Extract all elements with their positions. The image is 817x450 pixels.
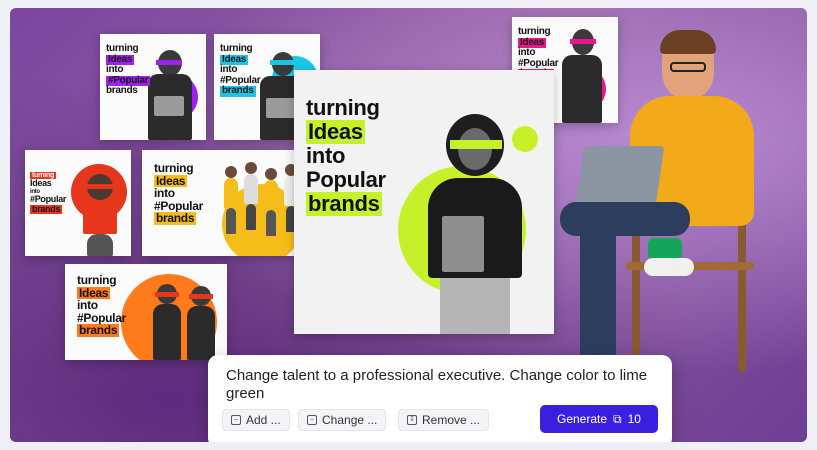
card-line: Ideas	[30, 178, 52, 189]
person-figure	[185, 286, 217, 360]
prompt-panel: Change talent to a professional executiv…	[208, 355, 672, 442]
copy-stack-icon: ⧉	[613, 411, 622, 426]
card-line: into	[106, 64, 124, 75]
card-line: Popular	[306, 167, 386, 192]
generate-button[interactable]: Generate ⧉ 10	[540, 405, 658, 433]
design-card-orange: turning Ideas into #Popular brands	[65, 264, 227, 360]
change-chip-button[interactable]: – Change ...	[298, 409, 387, 431]
card-line: brands	[154, 211, 197, 226]
minus-box-icon: –	[231, 415, 241, 425]
card-line: brands	[77, 323, 120, 338]
jeans	[560, 202, 690, 236]
chair	[738, 222, 746, 372]
card-line: brands	[106, 85, 138, 96]
design-card-yellow: turning Ideas into #Popular brands	[142, 150, 302, 256]
design-card-main: turning Ideas into Popular brands	[294, 70, 554, 334]
hair	[660, 30, 716, 54]
design-card-purple: turning Ideas into #Popular brands	[100, 34, 206, 140]
card-line: into	[154, 186, 175, 201]
card-line: turning	[106, 43, 139, 54]
arrow-box-icon: ↧	[407, 415, 417, 425]
card-line: into	[306, 143, 346, 168]
add-chip-button[interactable]: – Add ...	[222, 409, 290, 431]
person-figure	[146, 44, 196, 140]
card-line: brands	[220, 85, 256, 97]
card-line: turning	[77, 273, 117, 287]
woman-figure	[420, 114, 530, 334]
chip-label: Add ...	[246, 413, 281, 427]
prompt-text[interactable]: Change talent to a professional executiv…	[226, 367, 656, 403]
chair	[632, 222, 640, 372]
person-figure	[151, 284, 183, 360]
kid-figure	[262, 168, 280, 238]
kid-figure	[242, 162, 260, 232]
card-line: into	[77, 298, 98, 313]
laptop	[442, 216, 484, 272]
chip-label: Remove ...	[422, 413, 481, 427]
card-line: turning	[154, 161, 194, 175]
card-line: brands	[306, 191, 382, 216]
card-line: turning	[220, 43, 253, 54]
sock	[648, 238, 682, 260]
glasses-icon	[670, 62, 706, 72]
jeans	[580, 226, 616, 366]
card-line: Ideas	[306, 119, 365, 144]
child-figure	[77, 172, 123, 256]
remove-chip-button[interactable]: ↧ Remove ...	[398, 409, 490, 431]
card-line: into	[518, 47, 536, 58]
card-line: turning	[518, 26, 551, 37]
credits-count: 10	[627, 412, 641, 426]
hero-banner: turning Ideas into #Popular brands turni…	[10, 8, 807, 442]
chip-label: Change ...	[322, 413, 378, 427]
card-line: into	[220, 64, 238, 75]
design-card-red: turning Ideas into #Popular brands	[25, 150, 131, 256]
minus-box-icon: –	[307, 415, 317, 425]
kid-figure	[222, 166, 240, 236]
shoe	[644, 258, 694, 276]
man-with-laptop	[560, 26, 800, 376]
card-line: brands	[30, 203, 63, 215]
generate-label: Generate	[557, 412, 608, 426]
laptop	[575, 146, 665, 206]
card-line: turning	[306, 95, 380, 120]
